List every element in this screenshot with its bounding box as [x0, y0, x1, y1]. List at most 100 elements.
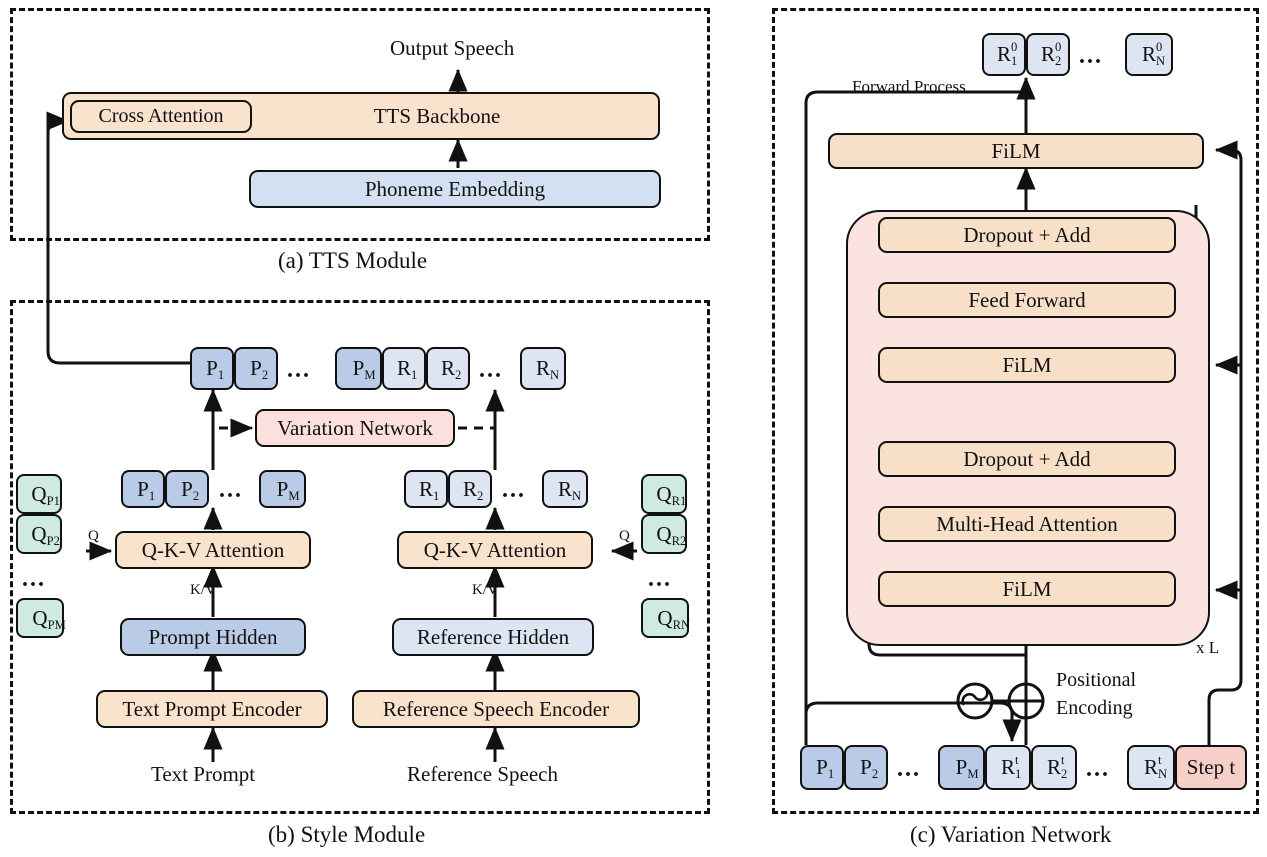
variation-network-block[interactable]: Variation Network	[255, 409, 455, 447]
dropout-add-upper-label: Dropout + Add	[963, 222, 1091, 247]
query-token-QPM-sub: PM	[47, 617, 66, 632]
kv-label-left: K/V	[190, 582, 216, 598]
token-PM-base: P	[352, 356, 365, 380]
token-RN-sub: N	[550, 368, 560, 383]
reference-speech-encoder-block: Reference Speech Encoder	[352, 690, 640, 728]
token-PM-sub: M	[364, 368, 376, 383]
token-P1-sub: 1	[217, 368, 225, 383]
reference-token-RN-base: R	[557, 476, 572, 501]
input-token-P2: P2	[844, 745, 888, 790]
input-token-R1-t-sup: t	[1015, 752, 1019, 767]
query-token-QP1: Q P1	[16, 474, 62, 514]
q-label-left: Q	[88, 528, 99, 544]
token-R2-base: R	[440, 356, 455, 380]
reference-hidden-label: Reference Hidden	[416, 624, 570, 649]
output-speech-label: Output Speech	[390, 36, 515, 60]
ellipsis-prompt: ...	[219, 477, 243, 503]
prompt-hidden-label: Prompt Hidden	[148, 624, 278, 649]
repeat-count-label: x L	[1196, 638, 1220, 657]
reference-speech-input-label: Reference Speech	[407, 762, 558, 786]
token-P1-base: P	[206, 356, 218, 380]
output-token-RN-0-base: R	[1141, 42, 1156, 66]
text-prompt-input-label: Text Prompt	[151, 762, 256, 786]
input-token-RN-t: RNt	[1127, 745, 1175, 790]
query-token-QRN-base: Q	[657, 605, 673, 630]
output-token-R2-0-sup: 0	[1055, 39, 1062, 54]
cross-attention-label: Cross Attention	[98, 105, 224, 127]
token-R1-sub: 1	[411, 368, 418, 383]
film-mid-block: FiLM	[878, 347, 1176, 383]
feed-forward-block: Feed Forward	[878, 282, 1176, 318]
token-R1: R1	[382, 347, 426, 390]
query-token-QP2-sub: P2	[46, 533, 60, 548]
input-token-P1: P1	[800, 745, 844, 790]
reference-hidden-block: Reference Hidden	[392, 618, 594, 656]
variation-network-label: Variation Network	[277, 415, 433, 440]
caption-b: (b) Style Module	[268, 822, 426, 847]
reference-token-RN-sub: N	[572, 488, 582, 503]
prompt-token-P2-sub: 2	[192, 488, 200, 503]
input-token-P1-sub: 1	[827, 767, 835, 782]
input-token-R2-t-sub: 2	[1061, 767, 1068, 782]
film-bottom-label: FiLM	[1002, 576, 1052, 601]
query-token-QR2-base: Q	[656, 521, 672, 546]
tts-backbone-label: TTS Backbone	[373, 103, 501, 128]
ellipsis-top-2: ...	[479, 357, 503, 383]
token-R2-sub: 2	[455, 368, 462, 383]
output-token-R2-0-base: R	[1040, 42, 1055, 66]
query-token-QP2-base: Q	[31, 521, 47, 546]
input-token-P2-base: P	[860, 755, 872, 779]
query-token-QPM: Q PM	[16, 598, 66, 638]
prompt-token-PM: PM	[259, 470, 306, 508]
query-token-QP1-base: Q	[31, 481, 47, 506]
reference-token-R1: R1	[404, 470, 448, 508]
reference-token-R1-sub: 1	[433, 488, 440, 503]
query-token-QRN-sub: RN	[672, 617, 691, 632]
film-top-block: FiLM	[828, 133, 1204, 169]
query-token-QRN: Q RN	[641, 598, 691, 638]
query-token-QR1-base: Q	[656, 481, 672, 506]
output-token-RN-0: RN0	[1125, 33, 1173, 76]
output-token-R1-0: R10	[982, 33, 1026, 76]
output-token-RN-0-sub: N	[1156, 54, 1166, 69]
ellipsis-reference: ...	[502, 477, 526, 503]
input-token-P1-base: P	[816, 755, 828, 779]
qkv-attention-right-label: Q-K-V Attention	[423, 537, 567, 562]
query-token-QPM-base: Q	[32, 605, 48, 630]
prompt-token-PM-sub: M	[288, 488, 300, 503]
output-token-RN-0-sup: 0	[1156, 39, 1163, 54]
multi-head-attention-label: Multi-Head Attention	[936, 511, 1118, 536]
ellipsis-query-prompt: ...	[22, 566, 46, 592]
query-token-QR2-sub: R2	[671, 533, 687, 548]
output-token-R1-0-sup: 0	[1011, 39, 1018, 54]
kv-label-right: K/V	[472, 582, 498, 598]
output-token-R2-0: R20	[1026, 33, 1070, 76]
token-P2: P2	[234, 347, 278, 390]
ellipsis-input-2: ...	[1086, 756, 1110, 782]
query-token-QP2: Q P2	[16, 514, 62, 554]
text-prompt-encoder-block: Text Prompt Encoder	[96, 690, 328, 728]
input-token-R2-t-sup: t	[1061, 752, 1065, 767]
prompt-token-P2-base: P	[181, 476, 193, 501]
film-mid-label: FiLM	[1002, 352, 1052, 377]
output-token-R1-0-sub: 1	[1011, 54, 1018, 69]
ellipsis-query-reference: ...	[648, 566, 672, 592]
prompt-hidden-block: Prompt Hidden	[120, 618, 306, 656]
film-top-label: FiLM	[991, 138, 1041, 163]
input-token-P2-sub: 2	[871, 767, 879, 782]
prompt-token-P1-sub: 1	[148, 488, 156, 503]
query-token-QR1: Q R1	[641, 474, 687, 514]
figure-canvas: Output Speech TTS Backbone Cross Attenti…	[0, 0, 1267, 857]
input-token-PM: PM	[938, 745, 985, 790]
query-token-QP1-sub: P1	[46, 493, 60, 508]
reference-token-R2: R2	[448, 470, 492, 508]
token-PM: PM	[335, 347, 382, 390]
reference-token-RN: RN	[542, 470, 588, 508]
input-token-PM-base: P	[955, 755, 968, 779]
prompt-token-P1: P1	[121, 470, 165, 508]
input-token-R1-t-sub: 1	[1015, 767, 1022, 782]
phoneme-embedding-block: Phoneme Embedding	[249, 170, 661, 208]
input-token-RN-t-sup: t	[1158, 752, 1162, 767]
film-bottom-block: FiLM	[878, 571, 1176, 607]
input-token-RN-t-base: R	[1143, 755, 1158, 779]
